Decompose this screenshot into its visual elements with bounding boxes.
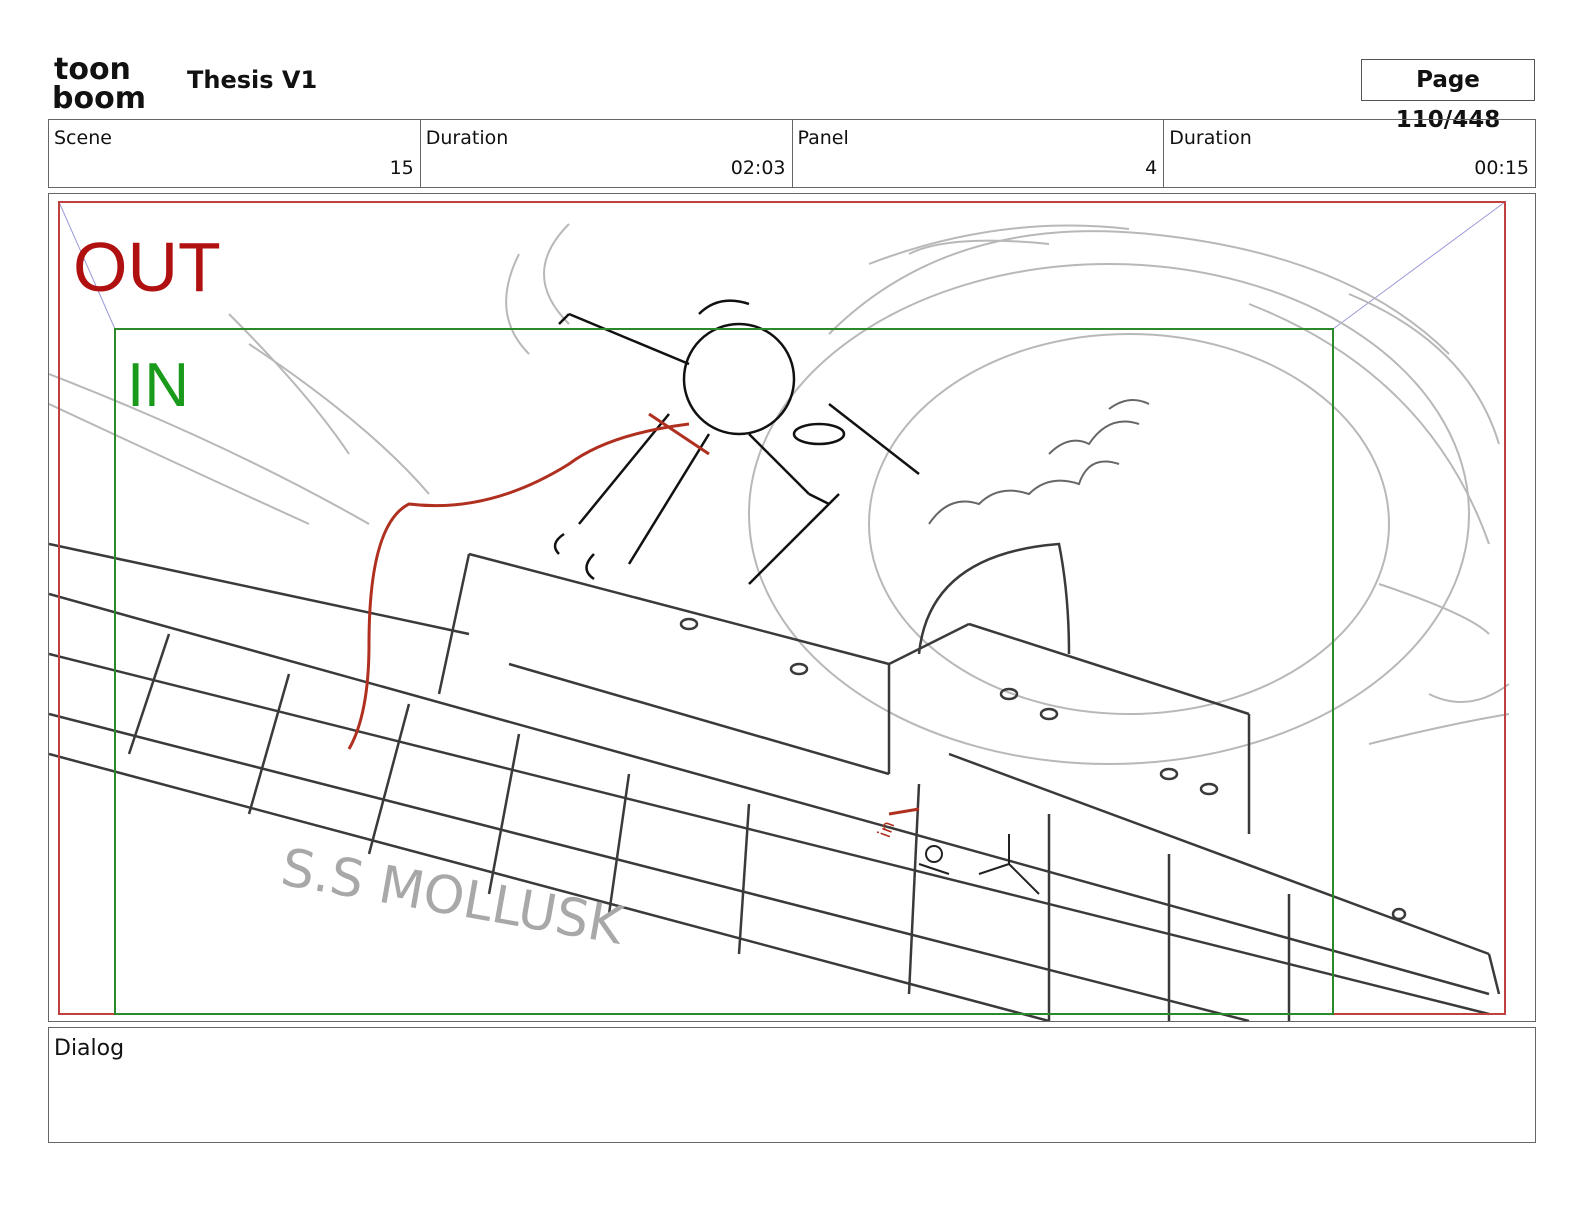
storyboard-panel: S.S MOLLUSK in OUT IN (48, 193, 1536, 1022)
out-frame-label: OUT (73, 228, 221, 306)
ship-name-text: S.S MOLLUSK (277, 838, 629, 957)
toon-boom-logo: toon boom (52, 52, 146, 110)
panel-sketch: S.S MOLLUSK in OUT IN (49, 201, 1510, 1021)
scene-cell: Scene 15 (49, 120, 421, 187)
red-line-sketch (347, 412, 920, 816)
scene-label: Scene (54, 127, 112, 149)
sky-sketch (49, 223, 1510, 765)
panel-duration-cell: Duration 00:15 (1164, 120, 1535, 187)
scene-value: 15 (389, 157, 414, 179)
page-indicator: Page 110/448 (1361, 59, 1535, 133)
panel-label: Panel (797, 127, 849, 149)
smoke-sketch (928, 399, 1150, 525)
panel-cell: Panel 4 (793, 120, 1165, 187)
panel-duration-value: 00:15 (1474, 157, 1529, 179)
scene-duration-value: 02:03 (730, 157, 786, 179)
scene-duration-cell: Duration 02:03 (421, 120, 793, 187)
in-note-text: in (874, 818, 899, 841)
document-title: Thesis V1 (187, 66, 318, 94)
panel-value: 4 (1145, 157, 1158, 179)
logo-text-line2: boom (52, 81, 146, 110)
dialog-label: Dialog (54, 1036, 125, 1061)
out-frame (58, 201, 1506, 1015)
in-frame-label: IN (127, 351, 189, 420)
scene-info-row: Scene 15 Duration 02:03 Panel 4 Duration… (48, 119, 1536, 188)
panel-duration-label: Duration (1169, 127, 1252, 149)
dialog-box: Dialog (48, 1027, 1536, 1143)
scene-duration-label: Duration (425, 127, 509, 149)
ship-sketch (49, 542, 1501, 1021)
camera-move-lines (58, 201, 1506, 330)
